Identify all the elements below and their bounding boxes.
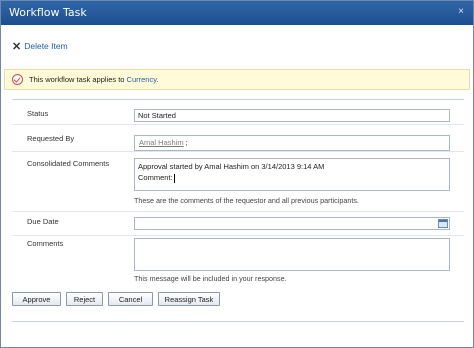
info-message: This workflow task applies to Currency. [29, 75, 159, 84]
footer-divider [12, 321, 464, 322]
delete-item-button[interactable]: ✕ Delete Item [12, 40, 68, 53]
delete-x-icon: ✕ [12, 40, 22, 53]
close-icon[interactable]: × [455, 6, 467, 18]
comments-label: Comments [27, 239, 64, 248]
delete-item-label: Delete Item [24, 41, 68, 51]
requested-by-value[interactable]: Amal Hashim [139, 138, 184, 147]
info-message-bar: This workflow task applies to Currency. [4, 69, 470, 90]
consolidated-comments-row: Consolidated Comments Approval started b… [12, 152, 464, 212]
workflow-task-dialog: Workflow Task × ✕ Delete Item This workf… [0, 0, 474, 348]
task-form: Status Not Started Requested By Amal Has… [12, 99, 464, 286]
status-row: Status Not Started [12, 100, 464, 125]
requested-by-field[interactable]: Amal Hashim ; [134, 135, 450, 151]
task-check-icon [12, 74, 23, 85]
title-bar[interactable]: Workflow Task × [1, 1, 473, 25]
comments-row: Comments This message will be included i… [12, 236, 464, 286]
requested-by-label: Requested By [27, 134, 75, 143]
requested-by-row: Requested By Amal Hashim ; [12, 125, 464, 152]
status-value: Not Started [138, 111, 176, 120]
comments-textarea[interactable] [134, 238, 450, 271]
text-cursor [173, 173, 175, 183]
requested-by-separator: ; [183, 138, 188, 147]
status-field[interactable]: Not Started [134, 109, 450, 122]
due-date-label: Due Date [27, 217, 59, 226]
cancel-button[interactable]: Cancel [108, 292, 153, 306]
due-date-input[interactable] [134, 217, 450, 230]
comments-hint: This message will be included in your re… [134, 274, 287, 283]
status-label: Status [27, 109, 49, 118]
comment-line-1: Approval started by Amal Hashim on 3/14/… [138, 162, 325, 171]
dialog-title: Workflow Task [9, 6, 87, 19]
reassign-task-button[interactable]: Reassign Task [158, 292, 220, 306]
calendar-icon[interactable] [438, 219, 448, 228]
consolidated-comments-hint: These are the comments of the requestor … [134, 196, 359, 205]
comment-line-2: Comment: [138, 173, 175, 183]
consolidated-comments-field[interactable]: Approval started by Amal Hashim on 3/14/… [134, 158, 450, 191]
reject-button[interactable]: Reject [66, 292, 103, 306]
list-link[interactable]: Currency [127, 75, 157, 84]
approve-button[interactable]: Approve [12, 292, 61, 306]
due-date-row: Due Date [12, 212, 464, 236]
consolidated-comments-label: Consolidated Comments [27, 159, 110, 168]
